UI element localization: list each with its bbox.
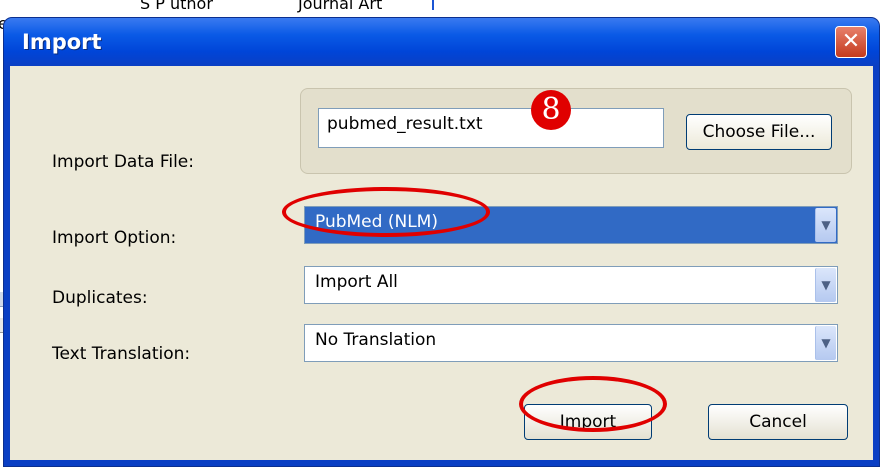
highlight-ellipse	[282, 187, 490, 237]
text-translation-label: Text Translation:	[52, 344, 191, 364]
chevron-down-icon[interactable]: ▼	[815, 208, 836, 242]
text-caret	[432, 0, 434, 10]
highlight-ellipse	[519, 376, 667, 432]
background-text: S P uthor	[140, 0, 213, 13]
step-marker: 8	[531, 90, 571, 130]
cancel-button[interactable]: Cancel	[708, 404, 848, 440]
duplicates-select[interactable]: Import All ▼	[304, 266, 838, 304]
import-option-label: Import Option:	[52, 228, 177, 248]
import-data-file-label: Import Data File:	[52, 152, 194, 172]
dialog-body: Import Data File: pubmed_result.txt Choo…	[10, 66, 873, 460]
import-dialog: Import ✕ Import Data File: pubmed_result…	[4, 18, 879, 466]
duplicates-value: Import All	[315, 272, 398, 292]
title-bar[interactable]: Import ✕	[4, 18, 879, 66]
text-translation-value: No Translation	[315, 330, 437, 350]
close-icon: ✕	[841, 29, 861, 54]
import-data-file-input[interactable]: pubmed_result.txt	[318, 108, 664, 148]
dialog-title: Import	[22, 30, 102, 54]
chevron-down-icon[interactable]: ▼	[815, 268, 836, 302]
duplicates-label: Duplicates:	[52, 288, 148, 308]
choose-file-button[interactable]: Choose File...	[686, 114, 832, 150]
background-text: Journal Art	[298, 0, 383, 13]
close-button[interactable]: ✕	[835, 26, 867, 58]
chevron-down-icon[interactable]: ▼	[815, 326, 836, 360]
text-translation-select[interactable]: No Translation ▼	[304, 324, 838, 362]
